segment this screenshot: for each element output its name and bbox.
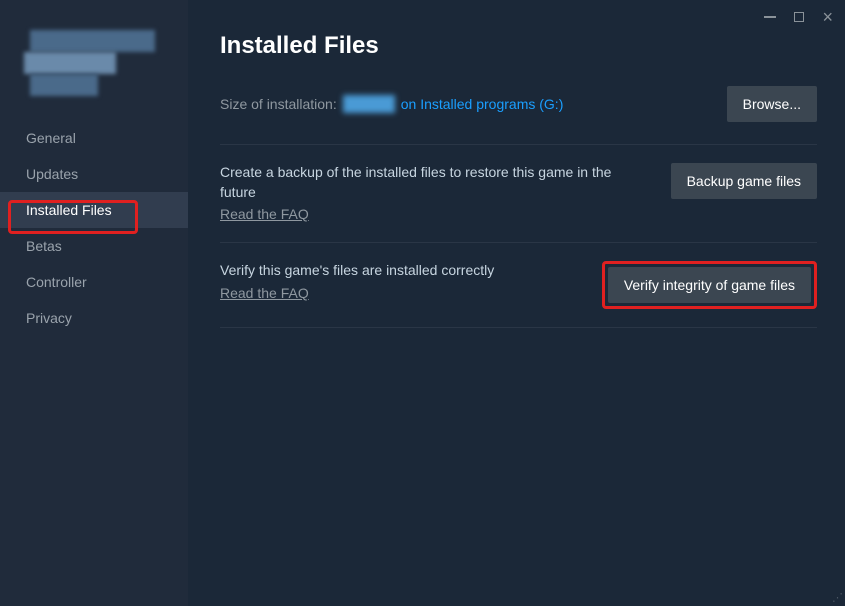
verify-text: Verify this game's files are installed c…	[220, 261, 602, 303]
install-info: Size of installation: on Installed progr…	[220, 95, 563, 113]
main-content: Installed Files Size of installation: on…	[188, 0, 845, 606]
install-size-value	[343, 95, 395, 113]
backup-button[interactable]: Backup game files	[671, 163, 817, 199]
backup-section: Create a backup of the installed files t…	[220, 144, 817, 242]
page-title: Installed Files	[220, 32, 817, 60]
verify-button[interactable]: Verify integrity of game files	[608, 267, 811, 303]
sidebar-item-privacy[interactable]: Privacy	[0, 300, 188, 336]
game-thumbnail	[24, 30, 164, 100]
verify-section: Verify this game's files are installed c…	[220, 242, 817, 328]
close-icon[interactable]: ×	[822, 8, 833, 26]
backup-faq-link[interactable]: Read the FAQ	[220, 206, 309, 222]
resize-grip-icon: ⋰	[832, 591, 843, 604]
app-container: General Updates Installed Files Betas Co…	[0, 0, 845, 606]
backup-text: Create a backup of the installed files t…	[220, 163, 671, 224]
browse-button[interactable]: Browse...	[727, 86, 817, 122]
window-controls: ×	[764, 8, 833, 26]
verify-faq-link[interactable]: Read the FAQ	[220, 285, 309, 301]
sidebar-item-updates[interactable]: Updates	[0, 156, 188, 192]
verify-description: Verify this game's files are installed c…	[220, 261, 582, 281]
sidebar-item-general[interactable]: General	[0, 120, 188, 156]
maximize-icon[interactable]	[794, 12, 804, 22]
install-size-label: Size of installation:	[220, 96, 337, 112]
install-info-row: Size of installation: on Installed progr…	[220, 86, 817, 122]
sidebar-item-betas[interactable]: Betas	[0, 228, 188, 264]
install-location-link[interactable]: on Installed programs (G:)	[401, 96, 564, 112]
sidebar: General Updates Installed Files Betas Co…	[0, 0, 188, 606]
sidebar-item-controller[interactable]: Controller	[0, 264, 188, 300]
sidebar-item-installed-files[interactable]: Installed Files	[0, 192, 188, 228]
highlight-verify-annotation: Verify integrity of game files	[602, 261, 817, 309]
backup-description: Create a backup of the installed files t…	[220, 163, 651, 202]
minimize-icon[interactable]	[764, 16, 776, 18]
